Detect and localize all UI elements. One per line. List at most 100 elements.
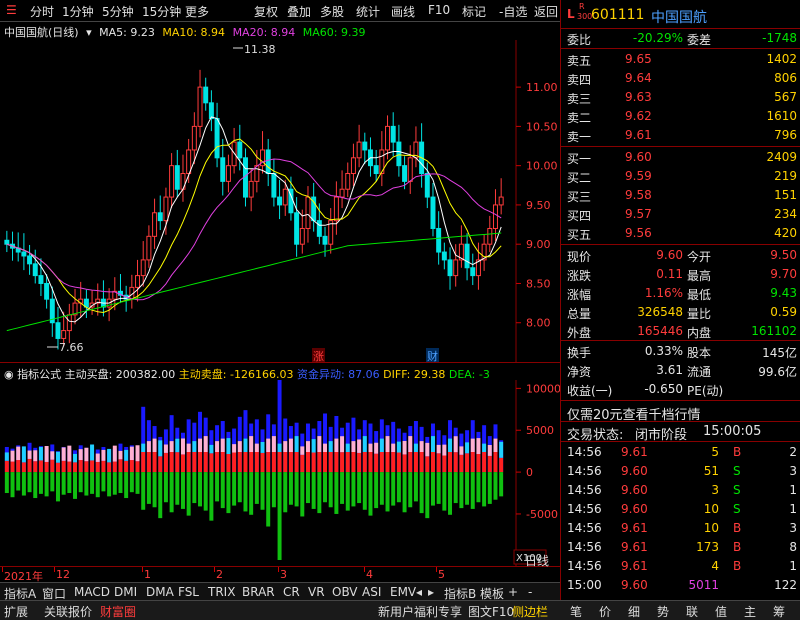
bottom-tab-2[interactable]: 财富圈 [100,603,136,620]
indicator-bar-chart[interactable]: 1000050000-5000 X100 [0,380,560,566]
sell-bar [135,472,140,494]
indicator-tab-8[interactable]: CR [283,585,300,599]
buy-bar-seg [396,441,401,453]
toolbar-item-5[interactable]: 复权 [254,3,278,20]
tick-volume: 5 [711,445,719,459]
panel-tab-6[interactable]: 主 [744,603,756,620]
buy-bar-seg [141,443,146,452]
buy-bar-seg [317,436,322,452]
indicator-tab-11[interactable]: ASI [362,585,381,599]
panel-tab-7[interactable]: 筹 [773,603,785,620]
tab-rixian[interactable]: 日线 [525,552,549,569]
stat-row: 外盘 165446 内盘 161102 [561,322,800,341]
toolbar-item-2[interactable]: 5分钟 [102,3,134,20]
panel-tab-1[interactable]: 价 [599,603,611,620]
buy-bar-seg [408,436,413,452]
promo-row[interactable]: 仅需20元查看千档行情 [561,402,800,423]
candle [66,314,72,332]
indicator-tab-7[interactable]: BRAR [242,585,275,599]
sell-bar [368,472,373,516]
panel-tab-0[interactable]: 笔 [570,603,582,620]
stat-label: 内盘 [687,326,712,340]
buy-bar-seg [112,461,117,473]
stat-value: 0.33% [644,344,683,358]
panel-tab-5[interactable]: 值 [715,603,727,620]
indicator-tab-2[interactable]: MACD [74,585,110,599]
tick-price: 9.61 [621,445,648,459]
sell-bar [226,472,231,514]
stat-row: 涨跌 0.11 最高 9.70 [561,265,800,284]
sell-bar [95,472,100,498]
scroll-right-icon[interactable]: ▸ [428,585,434,599]
ask-volume: 796 [774,128,797,142]
chevron-down-icon[interactable]: ▾ [86,26,92,39]
buy-bar-seg [243,438,248,452]
toolbar-item-11[interactable]: 标记 [462,3,486,20]
buy-bar-seg [323,452,328,473]
buy-bar-seg [186,443,191,452]
sell-bar [436,472,441,504]
indicator-tab-10[interactable]: OBV [332,585,358,599]
buy-bar-seg [95,461,100,473]
stat-label: PE(动) [687,384,724,398]
buy-bar-seg [226,438,231,455]
bottom-tab-0[interactable]: 扩展 [4,603,28,620]
buy-bar-seg [73,462,78,473]
tick-side: S [733,502,741,516]
candle [197,86,203,127]
toolbar-item-8[interactable]: 统计 [356,3,380,20]
candle [402,165,408,182]
toolbar: 分时 1分钟 5分钟 15分钟 更多 复权 叠加 多股 统计 画线 F10 标记 -自选 返回 ☰ [0,0,560,22]
buy-bar-seg [476,454,481,473]
toolbar-item-13[interactable]: 返回 [534,3,558,20]
buy-bar-seg [283,441,288,452]
toolbar-item-9[interactable]: 画线 [391,3,415,20]
toolbar-item-3[interactable]: 15分钟 [142,3,181,20]
indicator-tab-4[interactable]: DMA [146,585,174,599]
candle [464,243,470,269]
indicator-tab-16[interactable]: - [528,585,532,599]
scroll-left-icon[interactable]: ◂ [416,585,422,599]
toolbar-item-1[interactable]: 1分钟 [62,3,94,20]
panel-tab-4[interactable]: 联 [686,603,698,620]
indicator-tab-12[interactable]: EMV [390,585,416,599]
panel-tab-3[interactable]: 势 [657,603,669,620]
buy-bar-seg [453,436,458,453]
indicator-tab-9[interactable]: VR [308,585,325,599]
ask-label: 卖五 [567,54,592,68]
sell-bar [311,472,316,509]
tick-time: 14:56 [567,521,602,535]
buy-bar-seg [101,460,106,473]
indicator-tab-15[interactable]: + [508,585,518,599]
candlestick-chart[interactable]: 11.00 10.50 10.00 9.50 9.00 8.50 8.00 11.38 7.… [0,40,560,362]
menu-icon[interactable]: ☰ [6,3,17,17]
buy-bar-seg [73,453,78,463]
panel-tab-2[interactable]: 细 [628,603,640,620]
sell-bar [67,472,72,494]
bottom-tab-1[interactable]: 关联报价 [44,603,92,620]
candle [203,86,209,104]
buy-bar-seg [124,449,129,461]
toolbar-item-0[interactable]: 分时 [30,3,54,20]
buy-bar-seg [408,452,413,473]
indicator-tab-5[interactable]: FSL [178,585,199,599]
toolbar-item-10[interactable]: F10 [428,3,450,17]
tick-price: 9.61 [621,559,648,573]
toolbar-item-12[interactable]: -自选 [499,3,527,20]
indicator-tab-3[interactable]: DMI [114,585,137,599]
ask-row: 卖二 9.62 1610 [561,107,800,126]
toolbar-item-4[interactable]: 更多 [185,3,209,20]
indicator-tab-6[interactable]: TRIX [208,585,235,599]
stat-value: 326548 [637,305,683,319]
bottom-tab-3[interactable]: 新用户福利专享 [378,603,462,620]
candle [470,267,476,277]
bottom-tab-4[interactable]: 图文F10 [468,603,514,620]
sell-bar [328,472,333,508]
candle [430,196,436,229]
sell-bar [169,472,174,513]
bottom-tab-5[interactable]: 侧边栏 [512,603,548,620]
stat-value: 145亿 [762,346,797,360]
toolbar-item-6[interactable]: 叠加 [287,3,311,20]
toolbar-item-7[interactable]: 多股 [320,3,344,20]
sell-bar [271,472,276,508]
